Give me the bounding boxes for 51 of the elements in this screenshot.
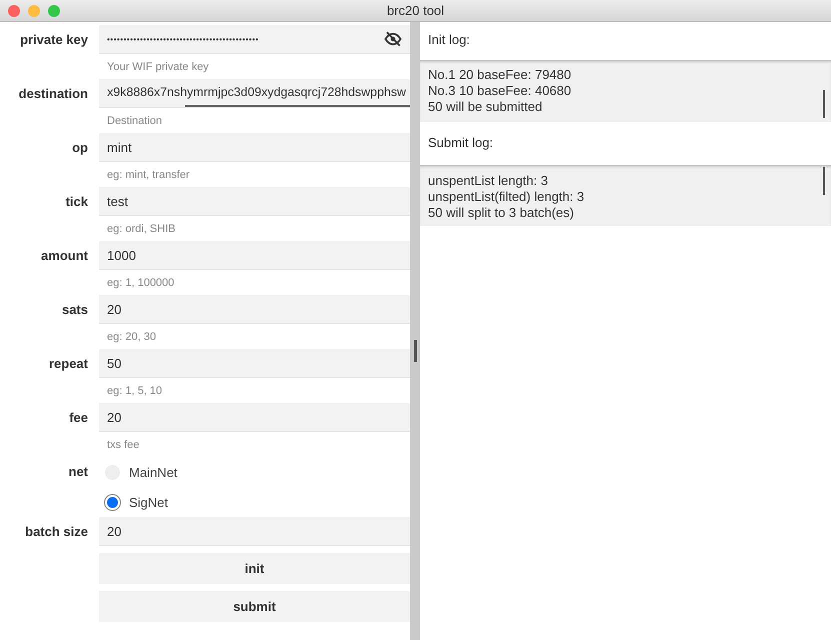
log-title: Init log: (427, 31, 471, 49)
scrollbar-thumb[interactable] (185, 105, 410, 107)
field-hint: eg: 20, 30 (106, 330, 157, 345)
log-line: No.3 10 baseFee: 40680 (428, 83, 572, 99)
field-hint: eg: mint, transfer (106, 168, 191, 183)
field-label: amount (40, 247, 89, 265)
log-area[interactable]: unspentList length: 3 unspentList(filted) length: 3 50 will split to 3 batch(es) (420, 165, 831, 226)
text-field[interactable]: 20 (99, 295, 410, 324)
field-hint: Your WIF private key (106, 60, 210, 75)
log-line: No.1 20 baseFee: 79480 (428, 67, 572, 83)
field-label: private key (19, 31, 89, 49)
radio-button[interactable] (105, 494, 120, 510)
field-label: tick (64, 193, 89, 211)
text-field[interactable]: x9k8886x7nshymrmjpc3d09xydgasqrcj728hdswpphsw (99, 79, 410, 108)
log-line: 50 will split to 3 batch(es) (428, 205, 575, 221)
field-label: net (68, 463, 89, 481)
field-label: op (71, 139, 89, 157)
log-line: unspentList(filted) length: 3 (428, 189, 586, 205)
scrollbar-thumb[interactable] (823, 90, 825, 118)
log-line: 50 will be submitted (428, 99, 544, 115)
field-hint: Destination (106, 114, 164, 129)
text-field[interactable]: 50 (99, 349, 410, 378)
field-label: fee (68, 409, 89, 427)
field-hint: txs fee (106, 438, 140, 453)
maximize-icon[interactable] (48, 4, 60, 16)
field-label: sats (60, 301, 89, 319)
splitter-handle[interactable] (414, 340, 416, 362)
minimize-icon[interactable] (28, 4, 40, 16)
field-hint: eg: 1, 100000 (106, 276, 176, 291)
text-field[interactable]: 20 (99, 517, 410, 546)
password-field[interactable]: •••••••••••••••••••••••••••••••••••••••••••••• (99, 25, 410, 54)
text-field[interactable]: 20 (99, 403, 410, 432)
field-hint: eg: ordi, SHIB (106, 222, 176, 237)
action-button[interactable]: submit (99, 591, 410, 622)
action-button[interactable]: init (99, 553, 410, 584)
log-line: unspentList length: 3 (428, 173, 549, 189)
eye-slash-icon[interactable] (384, 30, 402, 48)
radio-label: MainNet (129, 464, 178, 480)
close-icon[interactable] (8, 4, 20, 16)
field-label: batch size (24, 523, 89, 541)
field-label: repeat (48, 355, 89, 373)
text-field[interactable]: test (99, 187, 410, 216)
log-title: Submit log: (427, 134, 494, 152)
text-field[interactable]: 1000 (99, 241, 410, 270)
field-label: destination (18, 85, 89, 103)
radio-label: SigNet (129, 494, 168, 510)
log-area[interactable]: No.1 20 baseFee: 79480 No.3 10 baseFee: 40680 50 will be submitted (420, 60, 831, 122)
scrollbar-thumb[interactable] (823, 167, 825, 195)
window-title: brc20 tool (386, 3, 446, 18)
text-field[interactable]: mint (99, 133, 410, 162)
field-hint: eg: 1, 5, 10 (106, 384, 164, 399)
